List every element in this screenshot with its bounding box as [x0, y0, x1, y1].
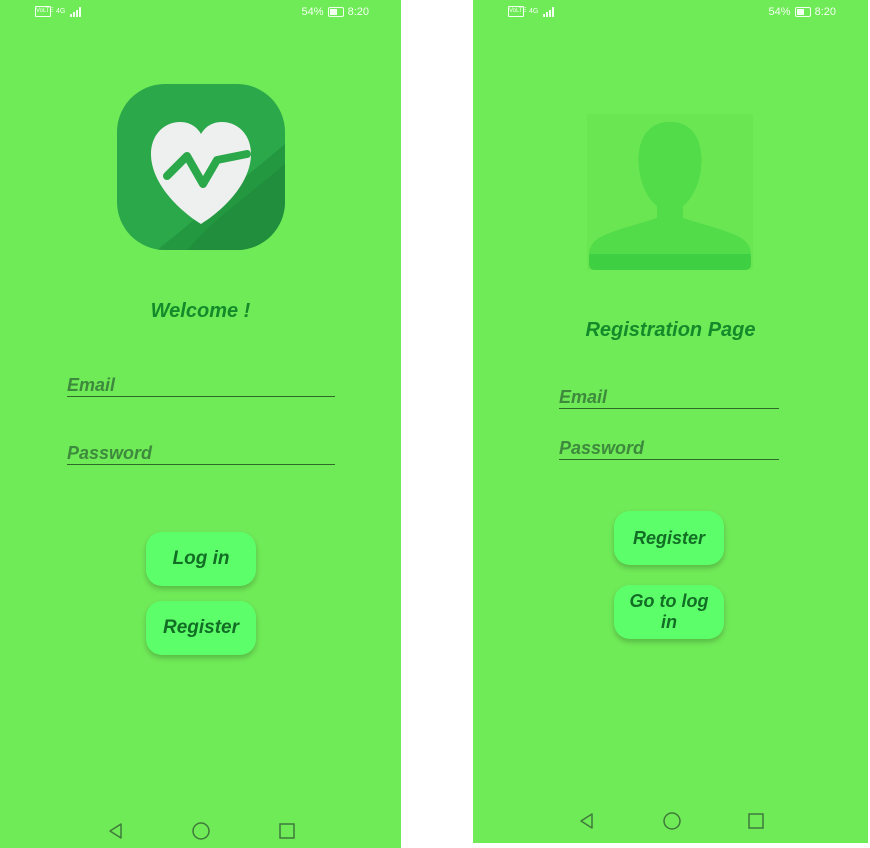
- heart-pulse-icon: [117, 84, 285, 250]
- network-type: 4G: [529, 8, 539, 15]
- clock-time: 8:20: [814, 6, 836, 18]
- back-icon[interactable]: [104, 819, 128, 843]
- email-input[interactable]: [67, 375, 335, 396]
- volte-icon: VoLTE: [508, 6, 527, 17]
- home-icon[interactable]: [660, 809, 684, 833]
- battery-icon: [327, 7, 344, 17]
- password-field: [67, 443, 335, 465]
- email-field: [67, 375, 335, 397]
- login-screen: VoLTE 4G 54% 8:20 Welcome ! Email Log in…: [0, 0, 401, 848]
- battery-icon: [794, 7, 811, 17]
- register-button[interactable]: Register: [614, 511, 724, 565]
- home-icon[interactable]: [189, 819, 213, 843]
- email-field: [559, 387, 779, 409]
- battery-percent: 54%: [301, 6, 324, 18]
- clock-time: 8:20: [347, 6, 369, 18]
- recent-apps-icon[interactable]: [744, 809, 768, 833]
- status-bar: VoLTE 4G 54% 8:20: [473, 6, 868, 20]
- password-input[interactable]: [559, 438, 779, 459]
- recent-apps-icon[interactable]: [275, 819, 299, 843]
- battery-percent: 54%: [768, 6, 791, 18]
- page-title: Registration Page: [585, 319, 756, 341]
- signal-icon: [543, 6, 555, 17]
- password-input[interactable]: [67, 443, 335, 464]
- navigation-bar: [473, 809, 868, 833]
- login-button[interactable]: Log in: [146, 532, 256, 586]
- signal-icon: [70, 6, 82, 17]
- go-to-login-button[interactable]: Go to log in: [614, 585, 724, 639]
- email-input[interactable]: [559, 387, 779, 408]
- status-bar: VoLTE 4G 54% 8:20: [0, 6, 401, 20]
- user-silhouette-icon: [587, 114, 753, 270]
- back-icon[interactable]: [575, 809, 599, 833]
- volte-icon: VoLTE: [35, 6, 54, 17]
- network-type: 4G: [56, 8, 66, 15]
- page-title: Welcome !: [150, 300, 251, 322]
- navigation-bar: [0, 819, 401, 843]
- password-field: [559, 438, 779, 460]
- register-button[interactable]: Register: [146, 601, 256, 655]
- registration-screen: VoLTE 4G 54% 8:20 Registration Page Regi…: [473, 0, 868, 843]
